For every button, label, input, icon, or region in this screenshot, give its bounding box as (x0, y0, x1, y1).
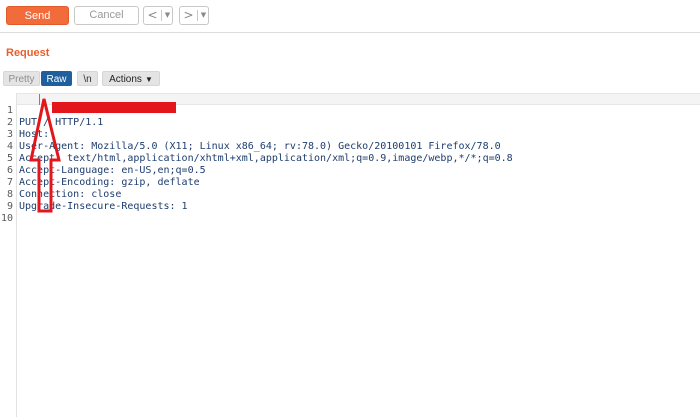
redaction-bar (52, 102, 176, 113)
panel-title: Request (6, 47, 50, 59)
arrow-right-icon[interactable]: > (180, 7, 197, 24)
actions-menu-button[interactable]: Actions ▼ (102, 71, 160, 86)
request-editor[interactable]: 1 PUT / HTTP/1.1 2 Host: 3 User-Agent: M… (0, 93, 700, 417)
editor-line[interactable]: 7 Connection: close (0, 165, 700, 200)
editor-line[interactable]: 5 Accept-Language: en-US,en;q=0.5 (0, 141, 700, 176)
text-cursor (39, 94, 40, 105)
arrow-left-icon[interactable]: < (144, 7, 161, 24)
toolbar-divider (0, 32, 700, 33)
tab-pretty[interactable]: Pretty (3, 71, 40, 86)
editor-line[interactable]: 4 Accept: text/html,application/xhtml+xm… (0, 129, 700, 164)
history-back-group[interactable]: < ▼ (143, 6, 173, 25)
tab-raw[interactable]: Raw (41, 71, 72, 86)
send-button[interactable]: Send (6, 6, 69, 25)
editor-line[interactable]: 9 (0, 189, 700, 212)
editor-line[interactable]: 8 Upgrade-Insecure-Requests: 1 (0, 177, 700, 212)
tab-newline-toggle[interactable]: \n (77, 71, 98, 86)
chevron-down-icon: ▼ (144, 75, 153, 84)
chevron-down-icon[interactable]: ▼ (162, 7, 173, 24)
request-toolbar: Send Cancel < ▼ > ▼ (0, 0, 700, 32)
editor-line[interactable]: 3 User-Agent: Mozilla/5.0 (X11; Linux x8… (0, 117, 700, 152)
chevron-down-icon[interactable]: ▼ (198, 7, 209, 24)
line-number: 10 (0, 213, 13, 224)
history-forward-group[interactable]: > ▼ (179, 6, 209, 25)
cancel-button[interactable]: Cancel (74, 6, 139, 25)
editor-line[interactable]: 6 Accept-Encoding: gzip, deflate (0, 153, 700, 188)
actions-label: Actions (109, 74, 142, 85)
editor-line[interactable]: 10 (0, 201, 700, 224)
